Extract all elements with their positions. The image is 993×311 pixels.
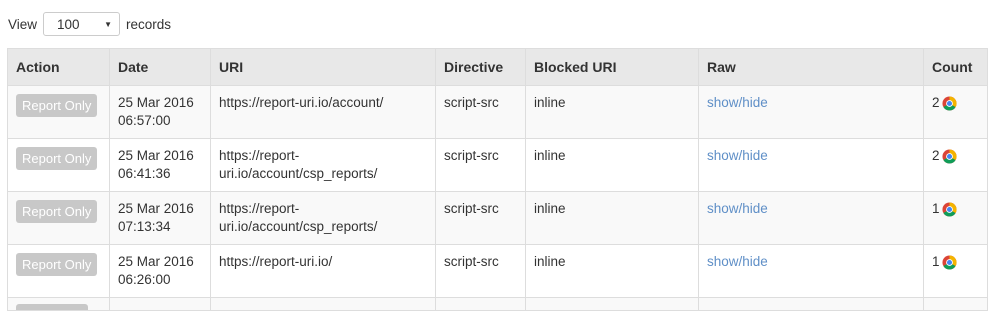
records-per-page-control: View 100 ▼ records: [8, 11, 171, 37]
view-label: View: [8, 16, 38, 32]
count-value: 2: [932, 148, 940, 163]
report-only-button[interactable]: [16, 304, 88, 310]
header-blocked-uri[interactable]: Blocked URI: [525, 48, 699, 86]
show-hide-link[interactable]: show/hide: [707, 254, 768, 269]
directive-cell: script-src: [435, 191, 526, 245]
table-row-partial: [7, 297, 988, 311]
time-text: 06:41:36: [118, 166, 171, 181]
table-header-row: Action Date URI Directive Blocked URI Ra…: [7, 48, 988, 86]
action-cell: Report Only: [7, 138, 110, 192]
records-label: records: [126, 16, 172, 32]
chrome-icon: [941, 95, 957, 111]
time-text: 06:26:00: [118, 272, 171, 287]
header-uri[interactable]: URI: [210, 48, 436, 86]
count-value: 1: [932, 201, 940, 216]
raw-cell: show/hide: [698, 191, 924, 245]
header-date[interactable]: Date: [109, 48, 211, 86]
date-cell: 25 Mar 2016 07:13:34: [109, 191, 211, 245]
report-only-button[interactable]: Report Only: [16, 200, 98, 223]
date-text: 25 Mar 2016: [118, 201, 194, 216]
page-size-select[interactable]: 100 ▼: [43, 12, 121, 36]
show-hide-link[interactable]: show/hide: [707, 148, 768, 163]
action-cell: [7, 297, 110, 311]
chrome-icon: [941, 148, 957, 164]
header-action[interactable]: Action: [7, 48, 110, 86]
raw-cell: show/hide: [698, 244, 924, 298]
uri-cell: https://report-uri.io/account/: [210, 85, 436, 139]
date-text: 25 Mar 2016: [118, 95, 194, 110]
report-only-button[interactable]: Report Only: [16, 94, 98, 117]
header-count[interactable]: Count: [923, 48, 988, 86]
chrome-icon: [941, 254, 957, 270]
show-hide-link[interactable]: show/hide: [707, 201, 768, 216]
table-row: Report Only 25 Mar 2016 06:41:36 https://…: [7, 138, 988, 192]
count-cell: 2: [923, 138, 988, 192]
uri-cell: https://report-uri.io/account/csp_report…: [210, 191, 436, 245]
date-cell: 25 Mar 2016 06:41:36: [109, 138, 211, 192]
csp-reports-table: Action Date URI Directive Blocked URI Ra…: [7, 48, 988, 311]
date-cell: 25 Mar 2016 06:57:00: [109, 85, 211, 139]
count-value: 1: [932, 254, 940, 269]
table-row: Report Only 25 Mar 2016 07:13:34 https://…: [7, 191, 988, 245]
report-only-button[interactable]: Report Only: [16, 147, 98, 170]
blocked-uri-cell: inline: [525, 85, 699, 139]
uri-cell: https://report-uri.io/: [210, 244, 436, 298]
date-cell: 25 Mar 2016 06:26:00: [109, 244, 211, 298]
action-cell: Report Only: [7, 85, 110, 139]
table-row: Report Only 25 Mar 2016 06:57:00 https://…: [7, 85, 988, 139]
directive-cell: script-src: [435, 244, 526, 298]
page-size-value: 100: [57, 16, 80, 32]
header-directive[interactable]: Directive: [435, 48, 526, 86]
time-text: 06:57:00: [118, 113, 171, 128]
directive-cell: script-src: [435, 85, 526, 139]
date-text: 25 Mar 2016: [118, 148, 194, 163]
action-cell: Report Only: [7, 191, 110, 245]
chevron-down-icon: ▼: [104, 19, 113, 29]
date-text: 25 Mar 2016: [118, 254, 194, 269]
blocked-uri-cell: inline: [525, 191, 699, 245]
count-cell: 1: [923, 244, 988, 298]
time-text: 07:13:34: [118, 219, 171, 234]
action-cell: Report Only: [7, 244, 110, 298]
raw-cell: show/hide: [698, 138, 924, 192]
uri-cell: https://report-uri.io/account/csp_report…: [210, 138, 436, 192]
header-raw[interactable]: Raw: [698, 48, 924, 86]
directive-cell: script-src: [435, 138, 526, 192]
count-cell: 1: [923, 191, 988, 245]
blocked-uri-cell: inline: [525, 138, 699, 192]
report-only-button[interactable]: Report Only: [16, 253, 98, 276]
show-hide-link[interactable]: show/hide: [707, 95, 768, 110]
blocked-uri-cell: inline: [525, 244, 699, 298]
count-value: 2: [932, 95, 940, 110]
raw-cell: show/hide: [698, 85, 924, 139]
table-row: Report Only 25 Mar 2016 06:26:00 https://…: [7, 244, 988, 298]
count-cell: 2: [923, 85, 988, 139]
chrome-icon: [941, 201, 957, 217]
